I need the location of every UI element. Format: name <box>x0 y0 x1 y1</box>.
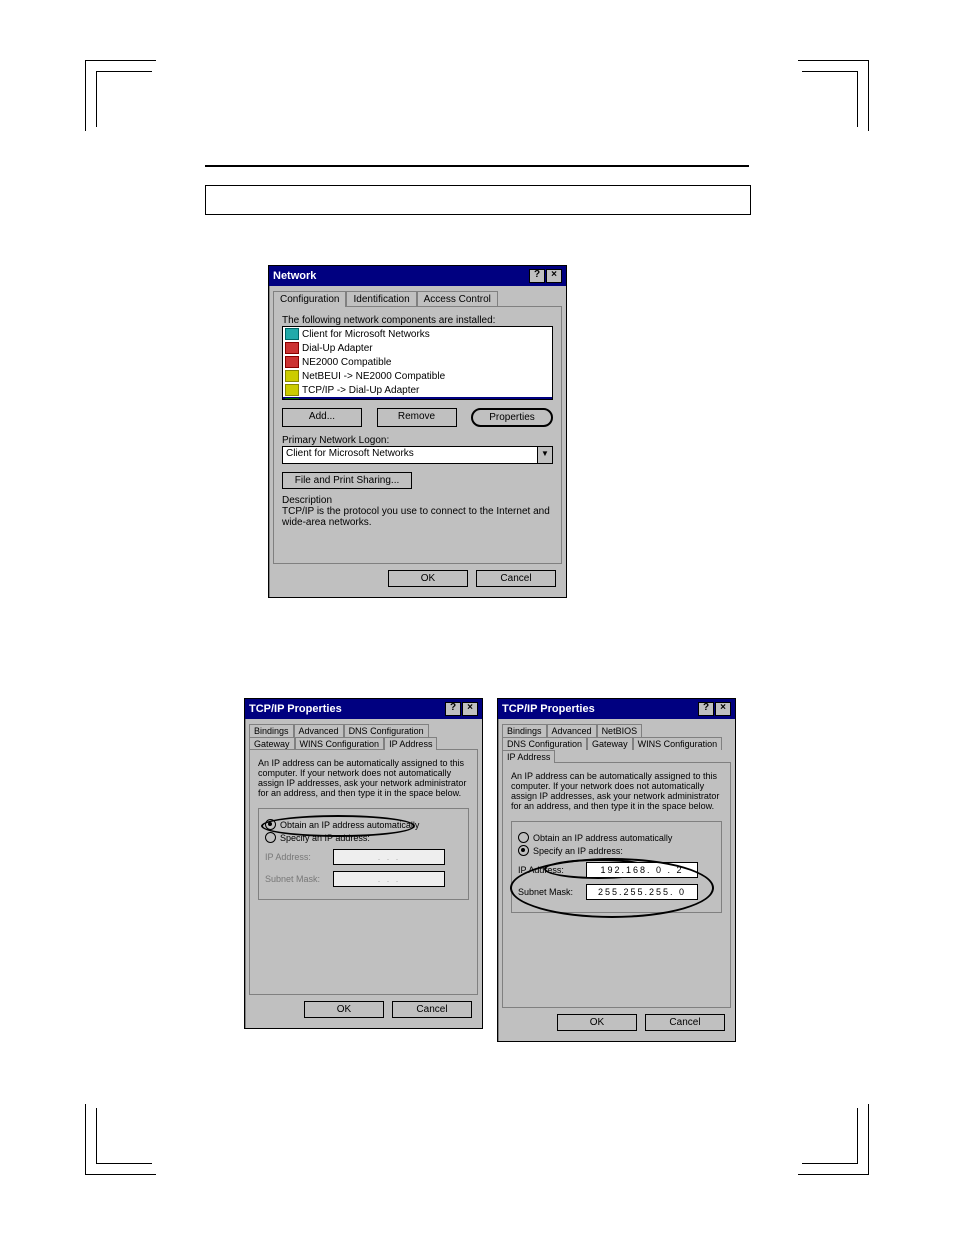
tab-bindings[interactable]: Bindings <box>502 724 547 737</box>
tab-ip-address[interactable]: IP Address <box>502 750 555 763</box>
tab-ip-address[interactable]: IP Address <box>384 737 437 750</box>
list-item[interactable]: NetBEUI -> NE2000 Compatible <box>302 371 445 382</box>
chevron-down-icon[interactable]: ▼ <box>537 447 552 463</box>
tcpip-dialog-left: TCP/IP Properties ?× Bindings Advanced D… <box>244 698 483 1029</box>
primary-logon-select[interactable]: Client for Microsoft Networks ▼ <box>282 446 553 464</box>
tab-advanced[interactable]: Advanced <box>294 724 344 737</box>
window-title: TCP/IP Properties <box>502 703 595 715</box>
ip-address-input[interactable]: . . . <box>333 849 445 865</box>
cancel-button[interactable]: Cancel <box>476 570 556 587</box>
radio-specify[interactable] <box>265 832 276 843</box>
ip-mode-group: Obtain an IP address automatically Speci… <box>511 821 722 913</box>
client-icon <box>285 328 299 340</box>
obtain-label: Obtain an IP address automatically <box>280 820 419 830</box>
ip-address-input[interactable]: 192.168. 0 . 2 <box>586 862 698 878</box>
tab-netbios[interactable]: NetBIOS <box>597 724 643 737</box>
tab-dns[interactable]: DNS Configuration <box>344 724 429 737</box>
tab-advanced[interactable]: Advanced <box>547 724 597 737</box>
help-icon[interactable]: ? <box>445 702 461 716</box>
instructions-text: An IP address can be automatically assig… <box>258 758 469 798</box>
description-label: Description <box>282 495 553 506</box>
network-dialog: Network ? × Configuration Identification… <box>268 265 567 598</box>
primary-logon-value: Client for Microsoft Networks <box>283 447 537 463</box>
description-text: TCP/IP is the protocol you use to connec… <box>282 506 553 528</box>
crop-mark <box>85 60 156 131</box>
obtain-label: Obtain an IP address automatically <box>533 833 672 843</box>
titlebar[interactable]: TCP/IP Properties ?× <box>245 699 482 719</box>
radio-obtain[interactable] <box>265 819 276 830</box>
specify-label: Specify an IP address: <box>533 846 623 856</box>
file-print-sharing-button[interactable]: File and Print Sharing... <box>282 472 412 489</box>
list-item[interactable]: NE2000 Compatible <box>302 357 392 368</box>
tab-panel: The following network components are ins… <box>273 306 562 564</box>
properties-button[interactable]: Properties <box>471 408 553 427</box>
tab-dns[interactable]: DNS Configuration <box>502 737 587 750</box>
close-icon[interactable]: × <box>462 702 478 716</box>
window-title: TCP/IP Properties <box>249 703 342 715</box>
adapter-icon <box>285 356 299 368</box>
header-box <box>205 185 751 215</box>
close-icon[interactable]: × <box>546 269 562 283</box>
instructions-text: An IP address can be automatically assig… <box>511 771 722 811</box>
subnet-mask-label: Subnet Mask: <box>518 887 578 897</box>
ip-address-label: IP Address: <box>265 852 325 862</box>
radio-specify[interactable] <box>518 845 529 856</box>
primary-logon-label: Primary Network Logon: <box>282 435 553 446</box>
subnet-mask-input[interactable]: . . . <box>333 871 445 887</box>
ok-button[interactable]: OK <box>304 1001 384 1018</box>
specify-label: Specify an IP address: <box>280 833 370 843</box>
ip-address-panel: An IP address can be automatically assig… <box>502 762 731 1008</box>
ip-mode-group: Obtain an IP address automatically Speci… <box>258 808 469 900</box>
help-icon[interactable]: ? <box>698 702 714 716</box>
tcpip-dialog-right: TCP/IP Properties ?× Bindings Advanced N… <box>497 698 736 1042</box>
cancel-button[interactable]: Cancel <box>645 1014 725 1031</box>
crop-mark <box>85 1104 156 1175</box>
tab-bindings[interactable]: Bindings <box>249 724 294 737</box>
components-listbox[interactable]: Client for Microsoft Networks Dial-Up Ad… <box>282 326 553 400</box>
window-title: Network <box>273 270 316 282</box>
subnet-mask-label: Subnet Mask: <box>265 874 325 884</box>
tab-wins[interactable]: WINS Configuration <box>633 737 723 750</box>
protocol-icon <box>285 370 299 382</box>
tab-configuration[interactable]: Configuration <box>273 291 346 307</box>
list-item[interactable]: Client for Microsoft Networks <box>302 329 430 340</box>
horizontal-rule <box>205 165 749 167</box>
remove-button[interactable]: Remove <box>377 408 457 427</box>
page: Network ? × Configuration Identification… <box>0 0 954 1235</box>
list-item[interactable]: Dial-Up Adapter <box>302 343 373 354</box>
help-icon[interactable]: ? <box>529 269 545 283</box>
ok-button[interactable]: OK <box>388 570 468 587</box>
cancel-button[interactable]: Cancel <box>392 1001 472 1018</box>
titlebar[interactable]: Network ? × <box>269 266 566 286</box>
crop-mark <box>798 1104 869 1175</box>
list-item[interactable]: TCP/IP -> Dial-Up Adapter <box>302 385 419 396</box>
crop-mark <box>798 60 869 131</box>
protocol-icon <box>285 384 299 396</box>
installed-components-label: The following network components are ins… <box>282 315 553 326</box>
tab-gateway[interactable]: Gateway <box>587 737 633 750</box>
radio-obtain[interactable] <box>518 832 529 843</box>
protocol-icon <box>285 398 299 400</box>
ok-button[interactable]: OK <box>557 1014 637 1031</box>
close-icon[interactable]: × <box>715 702 731 716</box>
ip-address-panel: An IP address can be automatically assig… <box>249 749 478 995</box>
subnet-mask-input[interactable]: 255.255.255. 0 <box>586 884 698 900</box>
titlebar[interactable]: TCP/IP Properties ?× <box>498 699 735 719</box>
list-item[interactable]: TCP/IP -> NE2000 Compatible <box>302 399 438 401</box>
tab-identification[interactable]: Identification <box>346 291 416 307</box>
ip-address-label: IP Address: <box>518 865 578 875</box>
tab-access-control[interactable]: Access Control <box>417 291 498 307</box>
add-button[interactable]: Add... <box>282 408 362 427</box>
adapter-icon <box>285 342 299 354</box>
